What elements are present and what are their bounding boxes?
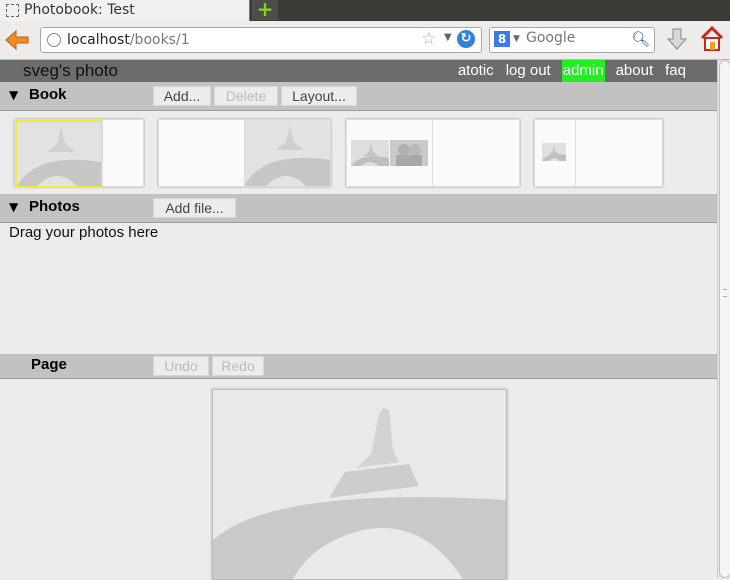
undo-button[interactable]: Undo: [153, 356, 209, 376]
eiffel-photo-icon: [244, 120, 330, 186]
grip-icon: [723, 289, 727, 297]
layout-button[interactable]: Layout...: [281, 86, 357, 106]
reload-icon[interactable]: ↻: [457, 30, 475, 48]
page-icon: [6, 4, 19, 17]
book-spread[interactable]: [346, 119, 520, 187]
add-file-button[interactable]: Add file...: [153, 198, 236, 218]
page-thumbnail[interactable]: [244, 120, 330, 186]
delete-button[interactable]: Delete: [214, 86, 278, 106]
search-box[interactable]: 8 ▼ 🔍︎: [489, 27, 655, 53]
search-input[interactable]: [526, 30, 622, 46]
eiffel-photo-icon: [351, 140, 389, 166]
book-spread[interactable]: [14, 119, 144, 188]
nav-link-logout[interactable]: log out: [505, 60, 552, 82]
app-header: sveg's photo atotic log out admin about …: [0, 60, 717, 82]
page-thumbnail[interactable]: [351, 140, 389, 166]
people-photo-icon: [390, 140, 428, 166]
triangle-down-icon[interactable]: ▼: [9, 200, 18, 214]
triangle-down-icon[interactable]: ▼: [9, 88, 18, 102]
spread-fold: [102, 120, 103, 186]
top-nav: atotic log out admin about faq: [447, 60, 687, 82]
book-spread[interactable]: [158, 119, 331, 187]
home-icon[interactable]: [700, 26, 724, 52]
scroll-thumb[interactable]: [719, 60, 730, 578]
back-arrow-icon[interactable]: [4, 29, 30, 51]
book-spread[interactable]: [534, 119, 663, 187]
photo-drop-zone[interactable]: Drag your photos here: [0, 223, 717, 354]
star-icon[interactable]: ☆: [421, 29, 436, 49]
browser-toolbar: localhost/books/1 ☆ ▼ ↻ 8 ▼ 🔍︎: [0, 21, 730, 60]
page-canvas[interactable]: [212, 389, 507, 580]
nav-link-about[interactable]: about: [615, 60, 655, 82]
nav-link-admin[interactable]: admin: [561, 60, 605, 82]
page-thumbnail[interactable]: [15, 120, 103, 188]
google-icon[interactable]: 8: [494, 31, 510, 47]
spread-fold: [244, 120, 245, 186]
book-title: Book: [29, 86, 67, 103]
add-button[interactable]: Add...: [153, 86, 211, 106]
eiffel-photo-icon[interactable]: [213, 390, 506, 579]
photos-section-header: ▼ Photos Add file...: [0, 194, 717, 223]
tab-strip: Photobook: Test +: [0, 0, 730, 21]
eiffel-photo-icon: [542, 143, 566, 161]
eiffel-photo-icon: [17, 122, 101, 186]
chevron-down-icon[interactable]: ▼: [513, 34, 520, 44]
nav-link-faq[interactable]: faq: [664, 60, 687, 82]
drag-hint: Drag your photos here: [9, 224, 159, 241]
spread-fold: [575, 120, 576, 186]
tab-title: Photobook: Test: [24, 2, 135, 18]
globe-icon: [47, 33, 61, 47]
page-thumbnail[interactable]: [542, 143, 566, 161]
spread-fold: [432, 120, 433, 186]
url-bar[interactable]: localhost/books/1 ☆ ▼ ↻: [40, 27, 482, 53]
browser-tab[interactable]: Photobook: Test: [0, 0, 250, 21]
search-icon[interactable]: 🔍︎: [631, 30, 650, 48]
page-section-header: Page Undo Redo: [0, 354, 717, 379]
photos-title: Photos: [29, 198, 80, 215]
page-thumbnail[interactable]: [390, 140, 428, 166]
download-icon[interactable]: [666, 27, 688, 51]
page-title: Page: [31, 356, 67, 373]
vertical-scrollbar[interactable]: [717, 60, 730, 578]
app-title: sveg's photo: [23, 61, 118, 80]
book-section-header: ▼ Book Add... Delete Layout...: [0, 82, 717, 111]
chevron-down-icon[interactable]: ▼: [444, 32, 452, 43]
nav-link-user[interactable]: atotic: [457, 60, 495, 82]
new-tab-button[interactable]: +: [252, 0, 278, 20]
plus-icon: +: [256, 0, 274, 21]
redo-button[interactable]: Redo: [212, 356, 264, 376]
url-text: localhost/books/1: [67, 32, 190, 48]
